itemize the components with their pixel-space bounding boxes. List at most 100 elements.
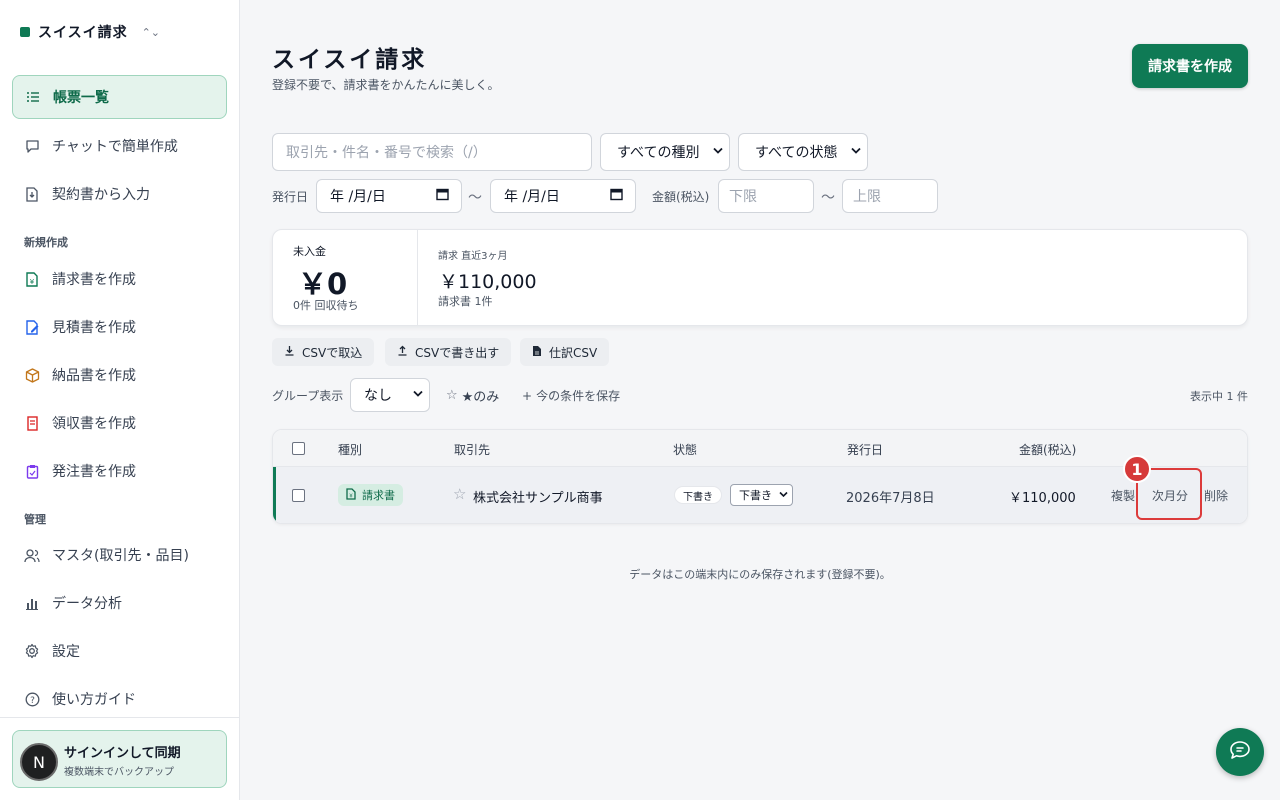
unpaid-note: 0件 回収待ち <box>293 299 359 312</box>
sidebar-item-label: チャットで簡単作成 <box>52 139 178 155</box>
sidebar-item-create-quote[interactable]: 見積書を作成 <box>12 305 227 349</box>
chevron-down-icon <box>851 147 861 158</box>
calendar-icon[interactable] <box>610 188 623 205</box>
sidebar-item-label: 使い方ガイド <box>52 692 136 708</box>
status-select[interactable]: すべての状態 <box>738 133 868 171</box>
sidebar-item-analytics[interactable]: データ分析 <box>12 581 227 625</box>
signin-sync-button[interactable]: N サインインして同期 複数端末でバックアップ <box>12 730 227 788</box>
group-select[interactable]: なし <box>350 378 430 412</box>
issue-date: 2026年7月8日 <box>846 491 935 506</box>
sidebar-item-label: 納品書を作成 <box>52 368 136 384</box>
chat-button[interactable] <box>1216 728 1264 776</box>
status-badge: 下書き <box>674 486 722 504</box>
row-status-select[interactable]: 下書き <box>730 484 793 506</box>
table-header: 種別 取引先 状態 発行日 金額(税込) <box>273 430 1247 467</box>
amount-min-input[interactable]: 下限 <box>718 179 814 213</box>
sidebar-item-settings[interactable]: 設定 <box>12 629 227 673</box>
chevron-down-icon <box>413 390 423 401</box>
clipboard-icon <box>24 463 40 479</box>
type-select-value: すべての種別 <box>617 145 700 161</box>
star-toggle[interactable]: ☆ <box>453 485 466 503</box>
chat-icon <box>1229 740 1251 764</box>
svg-text:?: ? <box>30 696 35 706</box>
col-status: 状態 <box>673 443 698 457</box>
sidebar-item-chat-create[interactable]: チャットで簡単作成 <box>12 124 227 168</box>
amount: ￥110,000 <box>1009 491 1076 506</box>
issue-date-label: 発行日 <box>272 190 309 204</box>
row-checkbox[interactable] <box>292 489 305 502</box>
delete-button[interactable]: 削除 <box>1204 487 1228 504</box>
table-row[interactable]: ¥ 請求書 ☆ 株式会社サンプル商事 下書き 下書き 2026年7月8日 ￥11… <box>273 467 1247 523</box>
type-select[interactable]: すべての種別 <box>600 133 730 171</box>
section-label-new: 新規作成 <box>24 236 68 249</box>
result-count: 表示中 1 件 <box>1190 390 1248 403</box>
divider <box>0 717 239 718</box>
signin-title: サインインして同期 <box>64 746 181 761</box>
plus-icon: + <box>522 388 533 403</box>
sidebar-item-label: マスタ(取引先・品目) <box>52 548 189 564</box>
document-icon <box>532 345 542 360</box>
svg-text:¥: ¥ <box>30 278 35 286</box>
page-title: スイスイ請求 <box>272 47 428 73</box>
row-status-value: 下書き <box>739 489 772 502</box>
date-from-input[interactable]: 年 /月/日 <box>316 179 462 213</box>
sidebar-item-contract-import[interactable]: 契約書から入力 <box>12 172 227 216</box>
gear-icon <box>24 643 40 659</box>
signin-subtitle: 複数端末でバックアップ <box>64 767 174 778</box>
svg-text:¥: ¥ <box>349 493 353 499</box>
search-input[interactable]: 取引先・件名・番号で検索（/） <box>272 133 592 171</box>
create-invoice-button[interactable]: 請求書を作成 <box>1132 44 1248 88</box>
import-csv-button[interactable]: CSVで取込 <box>272 338 375 366</box>
recent-label: 請求 直近3ヶ月 <box>438 251 508 262</box>
journal-csv-button[interactable]: 仕訳CSV <box>520 338 610 366</box>
sidebar-item-master[interactable]: マスタ(取引先・品目) <box>12 533 227 577</box>
sidebar-item-label: データ分析 <box>52 596 122 612</box>
chevron-down-icon <box>779 490 788 501</box>
sidebar-item-label: 請求書を作成 <box>52 272 136 288</box>
list-icon <box>25 89 41 105</box>
starred-only-label: ★のみ <box>461 390 500 405</box>
col-issue-date: 発行日 <box>847 443 884 457</box>
sidebar-item-create-receipt[interactable]: 領収書を作成 <box>12 401 227 445</box>
starred-only-toggle[interactable]: ☆ ★のみ <box>446 386 499 405</box>
star-outline-icon: ☆ <box>446 388 458 403</box>
amount-label: 金額(税込) <box>652 190 710 204</box>
calendar-icon[interactable] <box>436 188 449 205</box>
storage-note: データはこの端末内にのみ保存されます(登録不要)。 <box>629 568 891 581</box>
date-to-input[interactable]: 年 /月/日 <box>490 179 636 213</box>
select-all-checkbox[interactable] <box>292 442 305 455</box>
date-to-value: 年 /月/日 <box>504 189 560 205</box>
step-marker: 1 <box>1123 455 1151 483</box>
invoice-icon: ¥ <box>24 271 40 287</box>
save-filter-button[interactable]: + 今の条件を保存 <box>522 387 620 404</box>
client-name[interactable]: 株式会社サンプル商事 <box>473 487 603 506</box>
sidebar-item-create-invoice[interactable]: ¥ 請求書を作成 <box>12 257 227 301</box>
sidebar-item-create-order[interactable]: 発注書を作成 <box>12 449 227 493</box>
quote-icon <box>24 319 40 335</box>
range-separator: ～ <box>821 190 835 206</box>
receipt-icon <box>24 415 40 431</box>
sidebar-item-create-delivery[interactable]: 納品書を作成 <box>12 353 227 397</box>
col-client: 取引先 <box>454 443 491 457</box>
sidebar-item-label: 領収書を作成 <box>52 416 136 432</box>
chevron-down-icon <box>713 147 723 158</box>
duplicate-button[interactable]: 複製 <box>1111 487 1135 504</box>
range-separator: ～ <box>468 190 482 206</box>
export-csv-button[interactable]: CSVで書き出す <box>385 338 512 366</box>
invoice-icon: ¥ <box>346 487 356 503</box>
bar-chart-icon <box>24 595 40 611</box>
summary-card: 未入金 ￥0 0件 回収待ち 請求 直近3ヶ月 ￥110,000 請求書 1件 <box>272 229 1248 326</box>
divider <box>417 230 418 325</box>
workspace-switcher[interactable]: スイスイ請求 ⌃⌄ <box>20 22 160 42</box>
sidebar-item-guide[interactable]: ? 使い方ガイド <box>12 677 227 721</box>
upload-icon <box>397 345 408 359</box>
sidebar-item-documents[interactable]: 帳票一覧 <box>12 75 227 119</box>
import-csv-label: CSVで取込 <box>302 345 363 360</box>
col-amount: 金額(税込) <box>1019 443 1077 457</box>
group-select-value: なし <box>364 388 392 404</box>
amount-max-input[interactable]: 上限 <box>842 179 938 213</box>
unpaid-label: 未入金 <box>293 245 326 258</box>
section-label-admin: 管理 <box>24 513 46 526</box>
save-filter-label: 今の条件を保存 <box>536 389 621 403</box>
chat-icon <box>24 138 40 154</box>
